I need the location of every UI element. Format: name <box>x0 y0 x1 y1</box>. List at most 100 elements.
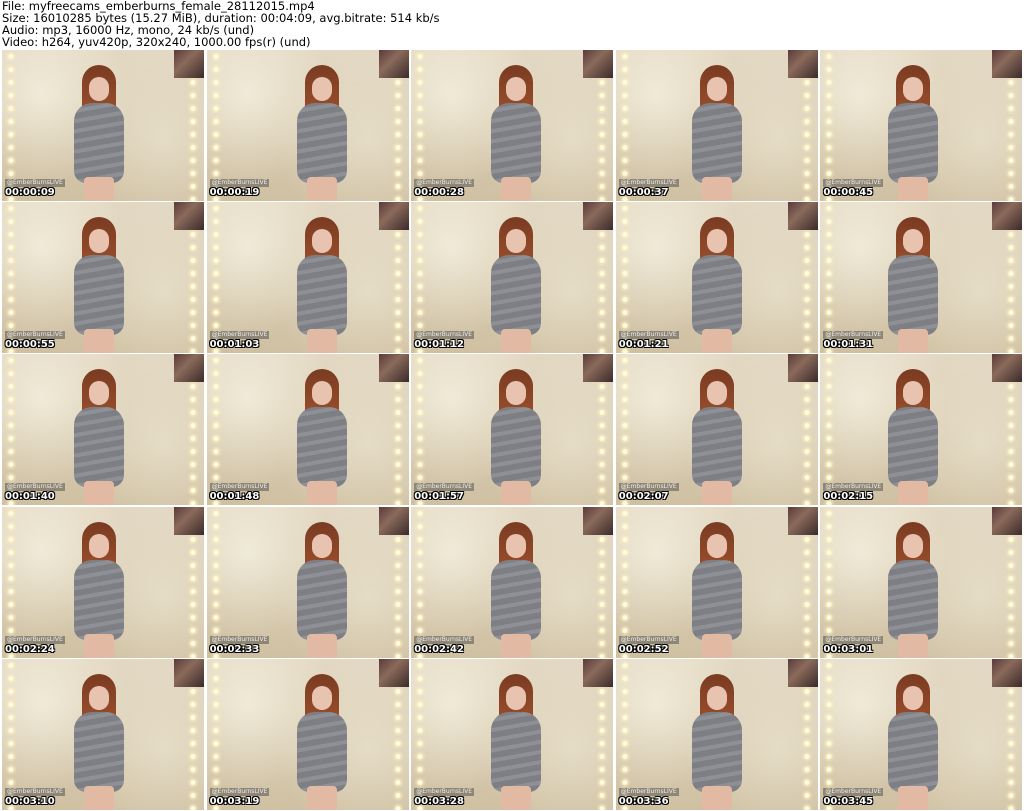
timestamp-label: 00:02:15 <box>823 491 874 503</box>
channel-watermark: @EmberBurnsLIVE <box>5 635 65 644</box>
figure-dress <box>74 711 124 792</box>
timestamp-label: 00:01:40 <box>5 491 55 503</box>
figure-dress <box>296 255 347 336</box>
figure-legs <box>701 481 732 506</box>
figure-legs <box>84 177 114 201</box>
channel-watermark: @EmberBurnsLIVE <box>823 179 884 187</box>
figure-dress <box>691 711 742 792</box>
figure-dress <box>296 559 347 640</box>
person-figure <box>64 673 134 810</box>
figure-legs <box>306 633 337 658</box>
wall-poster <box>378 658 409 687</box>
figure-dress <box>296 103 347 183</box>
channel-watermark: @EmberBurnsLIVE <box>414 635 475 644</box>
person-figure <box>287 369 357 506</box>
figure-legs <box>501 481 532 506</box>
figure-dress <box>888 559 939 640</box>
timestamp-label: 00:03:10 <box>5 795 55 807</box>
timestamp-label: 00:03:28 <box>414 795 464 807</box>
wall-poster <box>583 50 614 78</box>
figure-legs <box>898 481 929 506</box>
figure-legs <box>501 329 532 354</box>
figure-face <box>89 533 109 558</box>
timestamp-label: 00:02:52 <box>618 643 669 655</box>
video-frame-thumbnail: @EmberBurnsLIVE 00:01:57 <box>411 354 614 506</box>
figure-dress <box>691 255 742 336</box>
figure-dress <box>491 103 542 183</box>
person-figure <box>878 369 948 506</box>
person-figure <box>287 673 357 810</box>
channel-watermark: @EmberBurnsLIVE <box>209 787 270 796</box>
figure-face <box>506 77 527 101</box>
channel-watermark: @EmberBurnsLIVE <box>823 787 884 796</box>
channel-watermark: @EmberBurnsLIVE <box>618 787 679 796</box>
figure-dress <box>74 559 124 640</box>
video-frame-thumbnail: @EmberBurnsLIVE 00:03:10 <box>2 658 204 810</box>
video-frame-thumbnail: @EmberBurnsLIVE 00:00:37 <box>615 50 818 201</box>
timestamp-label: 00:03:36 <box>618 795 669 807</box>
video-frame-thumbnail: @EmberBurnsLIVE 00:01:12 <box>411 202 614 354</box>
channel-watermark: @EmberBurnsLIVE <box>414 331 475 340</box>
person-figure <box>878 65 948 201</box>
wall-poster <box>378 354 409 383</box>
person-figure <box>878 521 948 658</box>
figure-face <box>89 685 109 710</box>
video-frame-thumbnail: @EmberBurnsLIVE 00:03:45 <box>820 658 1023 810</box>
figure-dress <box>491 559 542 640</box>
figure-dress <box>888 407 939 488</box>
figure-face <box>311 685 332 710</box>
figure-dress <box>74 255 124 336</box>
timestamp-label: 00:00:45 <box>823 187 874 198</box>
wall-poster <box>992 202 1023 231</box>
person-figure <box>481 673 551 810</box>
wall-poster <box>583 658 614 687</box>
figure-face <box>706 381 727 406</box>
video-frame-thumbnail: @EmberBurnsLIVE 00:03:19 <box>206 658 409 810</box>
timestamp-label: 00:01:31 <box>823 339 874 351</box>
wall-poster <box>787 50 818 78</box>
figure-face <box>506 685 527 710</box>
wall-poster <box>174 658 204 687</box>
channel-watermark: @EmberBurnsLIVE <box>618 635 679 644</box>
timestamp-label: 00:02:42 <box>414 643 464 655</box>
figure-legs <box>501 177 532 201</box>
figure-face <box>506 229 527 254</box>
figure-face <box>311 77 332 101</box>
channel-watermark: @EmberBurnsLIVE <box>823 331 884 340</box>
figure-dress <box>888 103 939 183</box>
figure-legs <box>306 785 337 810</box>
video-frame-thumbnail: @EmberBurnsLIVE 00:03:36 <box>615 658 818 810</box>
figure-legs <box>701 177 732 201</box>
figure-dress <box>296 407 347 488</box>
figure-face <box>706 533 727 558</box>
figure-legs <box>306 329 337 354</box>
timestamp-label: 00:02:24 <box>5 643 55 655</box>
person-figure <box>481 217 551 354</box>
person-figure <box>481 521 551 658</box>
figure-dress <box>491 255 542 336</box>
timestamp-label: 00:00:09 <box>5 187 55 198</box>
figure-legs <box>898 177 929 201</box>
figure-legs <box>84 785 114 810</box>
figure-face <box>89 229 109 254</box>
channel-watermark: @EmberBurnsLIVE <box>5 787 65 796</box>
wall-poster <box>787 202 818 231</box>
video-frame-thumbnail: @EmberBurnsLIVE 00:02:24 <box>2 506 204 658</box>
wall-poster <box>992 50 1023 78</box>
person-figure <box>481 369 551 506</box>
figure-dress <box>888 711 939 792</box>
person-figure <box>682 65 752 201</box>
figure-face <box>89 77 109 101</box>
figure-face <box>506 381 527 406</box>
video-frame-thumbnail: @EmberBurnsLIVE 00:01:48 <box>206 354 409 506</box>
person-figure <box>878 673 948 810</box>
person-figure <box>64 521 134 658</box>
figure-legs <box>898 633 929 658</box>
wall-poster <box>787 354 818 383</box>
channel-watermark: @EmberBurnsLIVE <box>618 331 679 340</box>
figure-face <box>903 77 924 101</box>
figure-legs <box>306 481 337 506</box>
channel-watermark: @EmberBurnsLIVE <box>823 635 884 644</box>
channel-watermark: @EmberBurnsLIVE <box>5 179 65 187</box>
figure-legs <box>898 329 929 354</box>
